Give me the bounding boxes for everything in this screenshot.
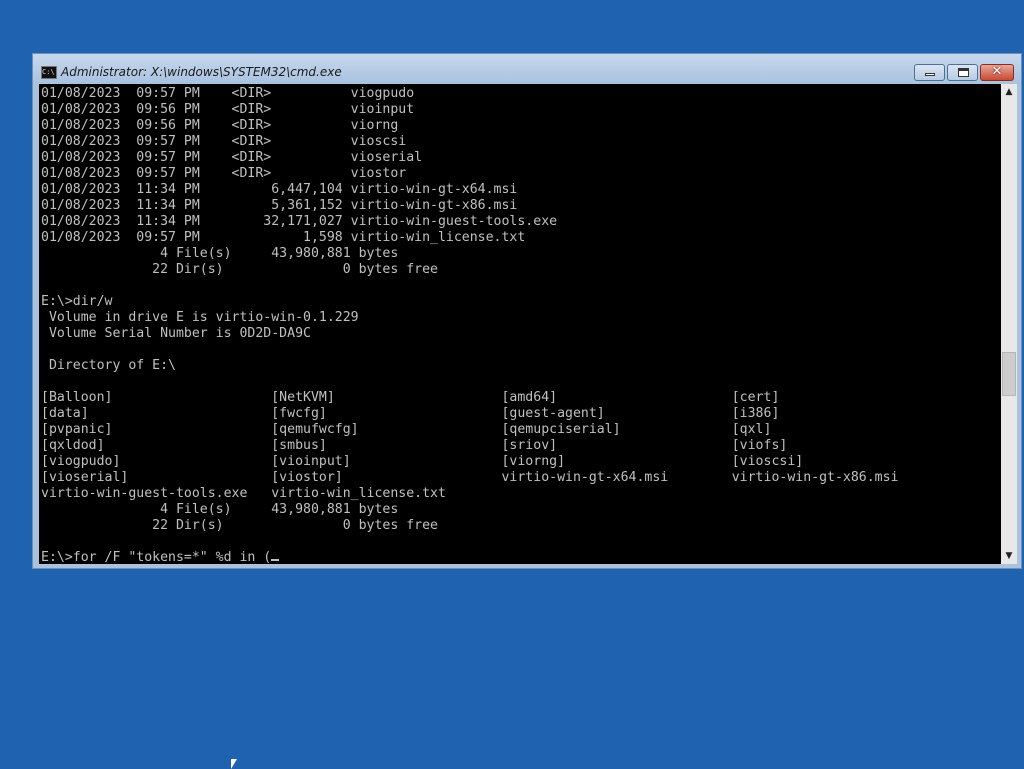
title-bar[interactable]: C:\ Administrator: X:\windows\SYSTEM32\c… <box>33 54 1021 84</box>
console-line: 01/08/2023 11:34 PM 5,361,152 virtio-win… <box>41 198 518 213</box>
scroll-down-arrow-icon[interactable]: ▼ <box>1001 548 1017 564</box>
scrollbar-thumb[interactable] <box>1002 352 1016 396</box>
scroll-up-arrow-icon[interactable]: ▲ <box>1001 84 1017 100</box>
console-line: Directory of E:\ <box>48 358 176 373</box>
console-line: 01/08/2023 09:57 PM 1,598 virtio-win_lic… <box>41 230 526 245</box>
console-line: 01/08/2023 11:34 PM 6,447,104 virtio-win… <box>41 182 518 197</box>
minimize-button[interactable] <box>914 64 945 81</box>
console-line: [data] [fwcfg] [guest-agent] [i386] <box>41 406 780 421</box>
console-line: Volume in drive E is virtio-win-0.1.229 <box>48 310 359 325</box>
console-line: 01/08/2023 11:34 PM 32,171,027 virtio-wi… <box>41 214 558 229</box>
console-line: 01/08/2023 09:57 PM <DIR> vioscsi <box>41 134 407 149</box>
console-line: 01/08/2023 09:56 PM <DIR> vioinput <box>41 102 415 117</box>
console-line: 4 File(s) 43,980,881 bytes <box>160 502 399 517</box>
maximize-icon <box>958 68 969 77</box>
console-output-area[interactable]: 01/08/2023 09:57 PM <DIR> viogpudo 01/08… <box>39 84 1001 564</box>
close-icon: ✕ <box>991 64 1003 79</box>
console-line: 01/08/2023 09:57 PM <DIR> viogpudo <box>41 86 415 101</box>
console-line: [qxldod] [smbus] [sriov] [viofs] <box>41 438 788 453</box>
console-line: 22 Dir(s) 0 bytes free <box>152 262 438 277</box>
maximize-button[interactable] <box>947 64 978 81</box>
console-line: [vioserial] [viostor] virtio-win-gt-x64.… <box>41 470 899 485</box>
text-cursor <box>271 559 280 561</box>
console-line: [Balloon] [NetKVM] [amd64] [cert] <box>41 390 780 405</box>
command-prompt-input[interactable]: E:\>for /F "tokens=*" %d in ( <box>41 550 271 564</box>
console-line: virtio-win-guest-tools.exe virtio-win_li… <box>41 486 446 501</box>
console-line: 01/08/2023 09:57 PM <DIR> vioserial <box>41 150 423 165</box>
console-line: 4 File(s) 43,980,881 bytes <box>160 246 399 261</box>
vertical-scrollbar[interactable]: ▲ ▼ <box>1001 84 1017 564</box>
window-title: Administrator: X:\windows\SYSTEM32\cmd.e… <box>61 65 342 79</box>
console-line: 01/08/2023 09:57 PM <DIR> viostor <box>41 166 407 181</box>
console-line: [viogpudo] [vioinput] [viorng] [vioscsi] <box>41 454 804 469</box>
minimize-icon <box>925 73 935 76</box>
cmd-window[interactable]: C:\ Administrator: X:\windows\SYSTEM32\c… <box>32 53 1022 569</box>
console-line: 01/08/2023 09:56 PM <DIR> viorng <box>41 118 399 133</box>
console-lines: 01/08/2023 09:57 PM <DIR> viogpudo 01/08… <box>41 86 898 533</box>
close-button[interactable]: ✕ <box>980 64 1014 81</box>
console-line: E:\>dir/w <box>41 294 113 309</box>
console-line: 22 Dir(s) 0 bytes free <box>152 518 438 533</box>
console-line: Volume Serial Number is 0D2D-DA9C <box>48 326 311 341</box>
console-text: 01/08/2023 09:57 PM <DIR> viogpudo 01/08… <box>41 86 898 564</box>
cmd-app-icon[interactable]: C:\ <box>41 66 57 79</box>
console-line: [pvpanic] [qemufwcfg] [qemupciserial] [q… <box>41 422 772 437</box>
